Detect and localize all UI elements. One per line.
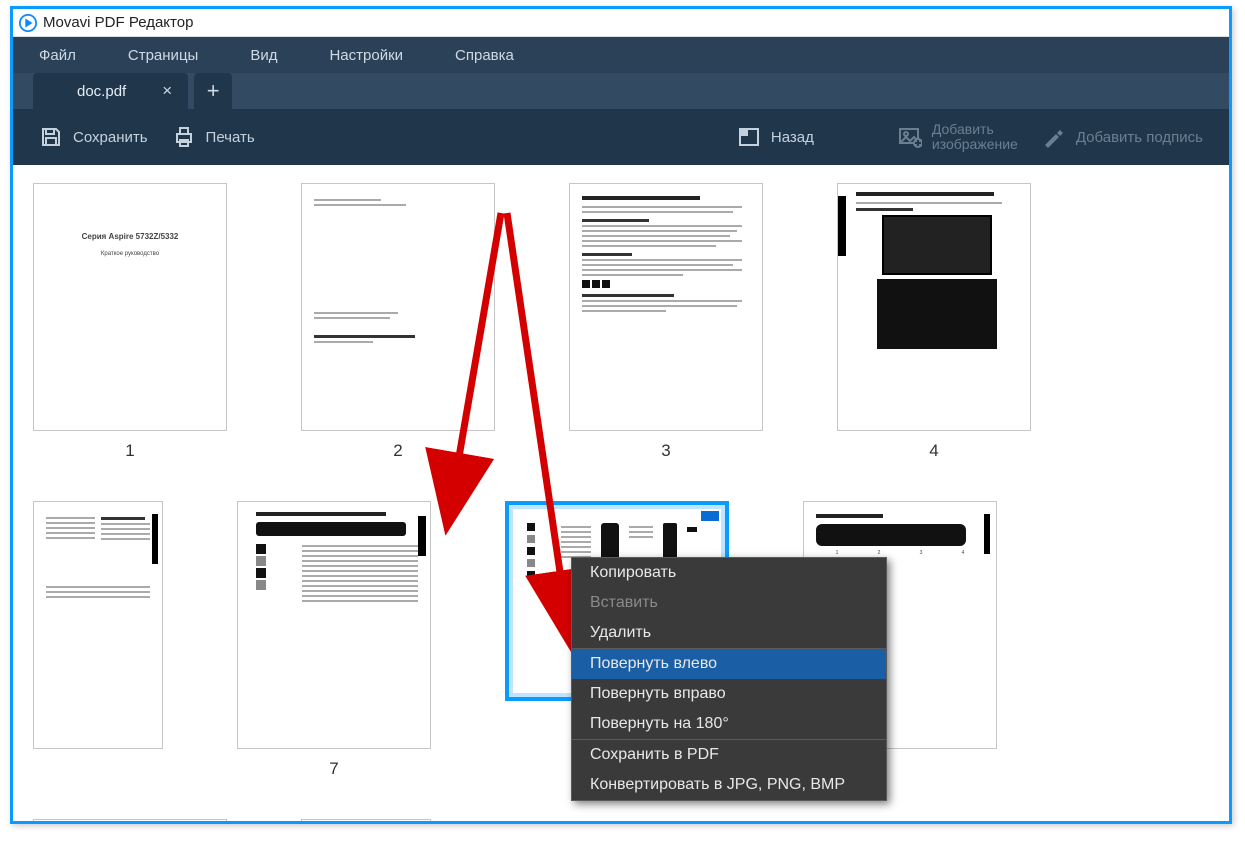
context-menu: Копировать Вставить Удалить Повернуть вл… bbox=[571, 557, 887, 801]
document-tab[interactable]: doc.pdf × bbox=[33, 73, 188, 109]
page-preview bbox=[569, 183, 763, 431]
page-number: 1 bbox=[125, 441, 134, 461]
page-preview bbox=[301, 183, 495, 431]
add-signature-button[interactable]: Добавить подпись bbox=[1030, 119, 1215, 155]
titlebar: Movavi PDF Редактор bbox=[13, 9, 1229, 37]
page-preview bbox=[33, 819, 227, 821]
page-preview bbox=[837, 183, 1031, 431]
ctx-copy[interactable]: Копировать bbox=[572, 558, 886, 588]
ctx-rotate-right[interactable]: Повернуть вправо bbox=[572, 679, 886, 709]
page-thumb-2[interactable]: 2 bbox=[301, 183, 495, 461]
menu-pages[interactable]: Страницы bbox=[128, 47, 198, 64]
image-icon bbox=[898, 125, 922, 149]
save-button[interactable]: Сохранить bbox=[27, 119, 160, 155]
back-label: Назад bbox=[771, 129, 814, 146]
menu-settings[interactable]: Настройки bbox=[329, 47, 403, 64]
app-title: Movavi PDF Редактор bbox=[43, 14, 193, 31]
page-number: 7 bbox=[329, 759, 338, 779]
page-preview bbox=[301, 819, 431, 821]
app-icon bbox=[19, 14, 37, 32]
toolbar: Сохранить Печать Назад Добавить изображе… bbox=[13, 109, 1229, 165]
print-icon bbox=[172, 125, 196, 149]
menubar: Файл Страницы Вид Настройки Справка bbox=[13, 37, 1229, 73]
ctx-paste: Вставить bbox=[572, 588, 886, 618]
menu-file[interactable]: Файл bbox=[39, 47, 76, 64]
add-image-button[interactable]: Добавить изображение bbox=[886, 116, 1030, 159]
tab-close-icon[interactable]: × bbox=[162, 81, 172, 101]
page-number: 4 bbox=[929, 441, 938, 461]
ctx-convert[interactable]: Конвертировать в JPG, PNG, BMP bbox=[572, 770, 886, 800]
page-thumb-1[interactable]: Серия Aspire 5732Z/5332 Краткое руководс… bbox=[33, 183, 227, 461]
plus-icon: + bbox=[207, 78, 220, 104]
page-preview bbox=[33, 501, 163, 749]
add-image-label: Добавить изображение bbox=[932, 122, 1018, 153]
ctx-save-pdf[interactable]: Сохранить в PDF bbox=[572, 740, 886, 770]
tabbar: doc.pdf × + bbox=[13, 73, 1229, 109]
page-thumb-10[interactable]: 10 bbox=[33, 819, 227, 821]
save-icon bbox=[39, 125, 63, 149]
page-thumb-5[interactable] bbox=[33, 501, 163, 779]
print-button[interactable]: Печать bbox=[160, 119, 267, 155]
ctx-rotate-180[interactable]: Повернуть на 180° bbox=[572, 709, 886, 739]
page-preview bbox=[237, 501, 431, 749]
page-thumb-11[interactable] bbox=[301, 819, 431, 821]
menu-help[interactable]: Справка bbox=[455, 47, 514, 64]
save-label: Сохранить bbox=[73, 129, 148, 146]
ctx-delete[interactable]: Удалить bbox=[572, 618, 886, 648]
thumbnail-view: Серия Aspire 5732Z/5332 Краткое руководс… bbox=[13, 165, 1229, 821]
page-thumb-4[interactable]: 4 bbox=[837, 183, 1031, 461]
signature-icon bbox=[1042, 125, 1066, 149]
add-tab-button[interactable]: + bbox=[194, 73, 232, 109]
add-signature-label: Добавить подпись bbox=[1076, 129, 1203, 146]
tab-label: doc.pdf bbox=[77, 83, 126, 100]
page-preview: Серия Aspire 5732Z/5332 Краткое руководс… bbox=[33, 183, 227, 431]
print-label: Печать bbox=[206, 129, 255, 146]
menu-view[interactable]: Вид bbox=[250, 47, 277, 64]
page-thumb-7[interactable]: 7 bbox=[237, 501, 431, 779]
back-icon bbox=[737, 125, 761, 149]
ctx-rotate-left[interactable]: Повернуть влево bbox=[572, 649, 886, 679]
page-number: 2 bbox=[393, 441, 402, 461]
back-button[interactable]: Назад bbox=[725, 119, 826, 155]
page-thumb-3[interactable]: 3 bbox=[569, 183, 763, 461]
page-number: 3 bbox=[661, 441, 670, 461]
